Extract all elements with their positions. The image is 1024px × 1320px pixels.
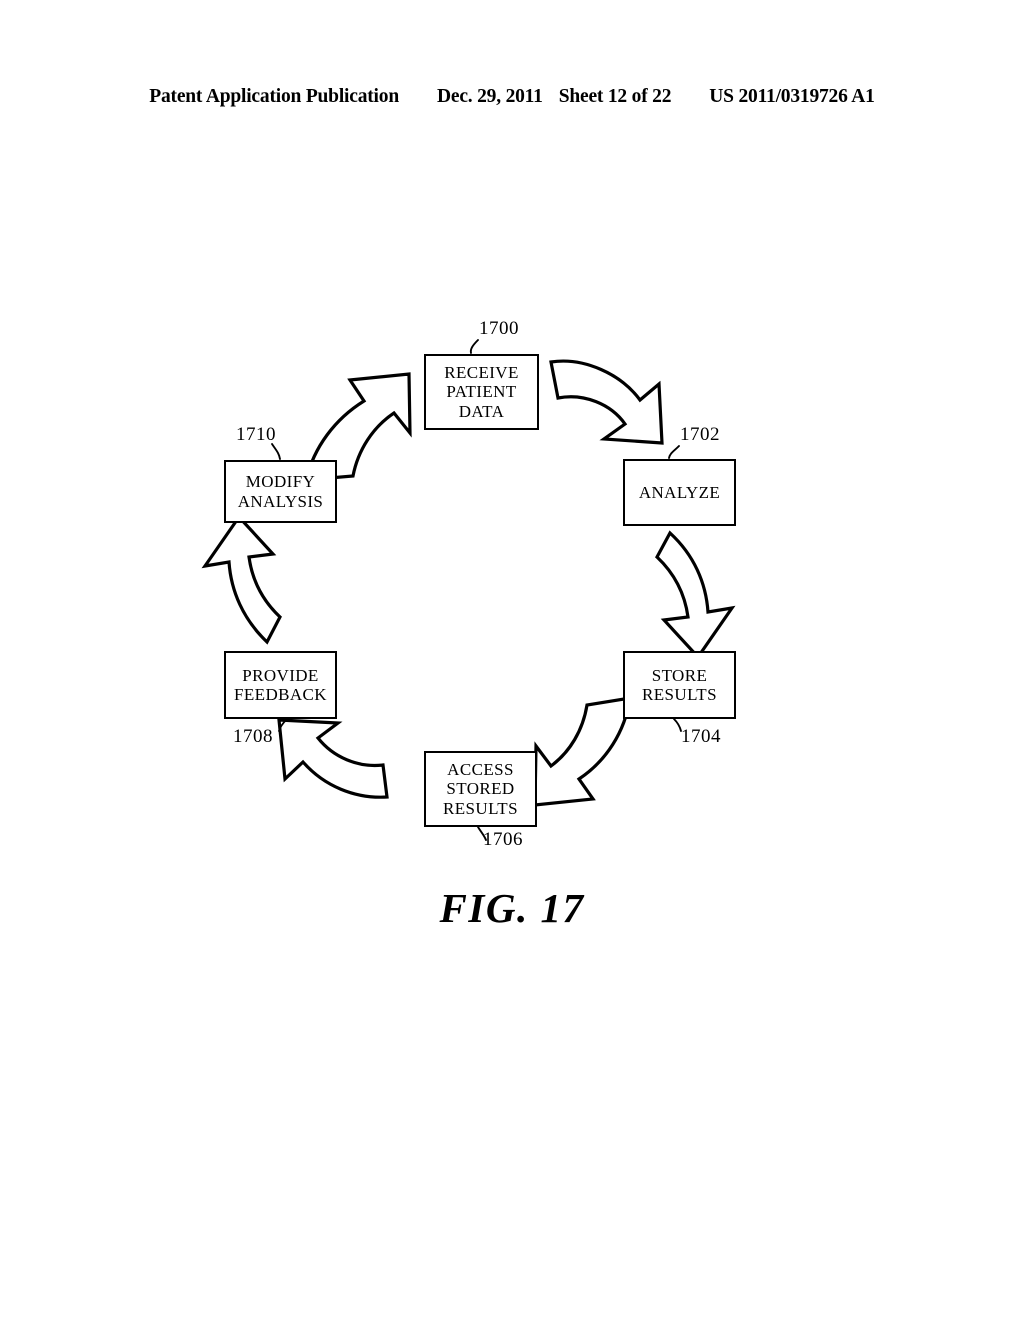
arrow-analyze-to-store: [655, 530, 736, 660]
box-line: PROVIDE: [242, 665, 319, 685]
box-line: ANALYSIS: [237, 491, 324, 511]
reference-numeral-1704: 1704: [681, 726, 721, 747]
process-box-provide-feedback[interactable]: PROVIDE FEEDBACK: [224, 651, 337, 719]
process-box-access-stored-results[interactable]: ACCESS STORED RESULTS: [424, 751, 537, 827]
arrow-store-to-access: [533, 696, 632, 807]
figure-17: RECEIVE PATIENT DATA ANALYZE STORE RESUL…: [0, 0, 1024, 1320]
reference-numeral-1708: 1708: [233, 726, 273, 747]
arrow-receive-to-analyze: [549, 359, 664, 445]
process-box-store-results[interactable]: STORE RESULTS: [623, 651, 736, 719]
reference-numeral-1700: 1700: [479, 318, 519, 339]
process-box-modify-analysis[interactable]: MODIFY ANALYSIS: [224, 460, 337, 523]
box-line: FEEDBACK: [234, 685, 327, 704]
box-line: ACCESS: [447, 760, 514, 780]
box-line: MODIFY: [245, 472, 316, 492]
box-line: RESULTS: [642, 685, 717, 704]
reference-numeral-1702: 1702: [680, 424, 720, 445]
reference-numeral-1710: 1710: [236, 424, 276, 445]
box-line: STORED: [446, 779, 515, 799]
box-line: RESULTS: [443, 798, 518, 818]
process-box-analyze[interactable]: ANALYZE: [623, 459, 736, 526]
figure-caption: FIG. 17: [439, 885, 585, 931]
box-line: STORE: [651, 665, 708, 685]
box-line: RECEIVE: [444, 363, 519, 383]
arrow-feedback-to-modify: [201, 514, 282, 645]
process-box-receive-patient-data[interactable]: RECEIVE PATIENT DATA: [424, 354, 539, 430]
box-line: DATA: [458, 401, 505, 421]
arrow-access-to-feedback: [277, 718, 389, 799]
box-line: ANALYZE: [638, 482, 721, 502]
reference-numeral-1706: 1706: [483, 829, 523, 850]
box-line: PATIENT: [446, 382, 517, 402]
